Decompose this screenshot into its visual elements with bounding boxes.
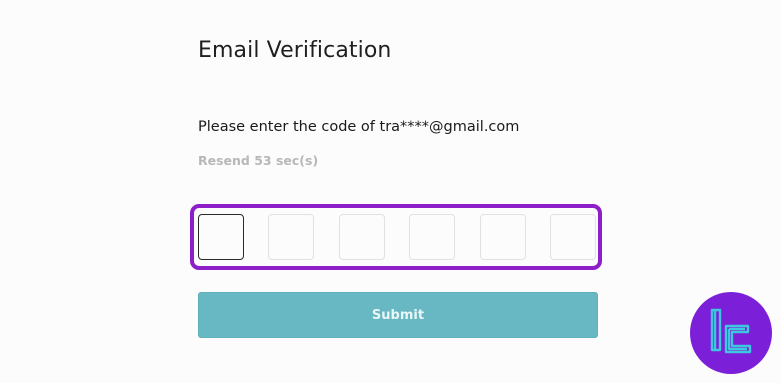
code-prompt-text: Please enter the code of tra****@gmail.c… (198, 119, 520, 135)
submit-button[interactable]: Submit (198, 292, 598, 338)
page-title: Email Verification (198, 38, 392, 63)
tc-logo-icon (690, 292, 772, 374)
code-digit-1[interactable] (198, 214, 244, 260)
code-digit-4[interactable] (409, 214, 455, 260)
code-digit-2[interactable] (268, 214, 314, 260)
resend-countdown-link[interactable]: Resend 53 sec(s) (198, 153, 318, 168)
code-input-highlight (190, 204, 602, 270)
code-digit-6[interactable] (550, 214, 596, 260)
code-digit-5[interactable] (480, 214, 526, 260)
code-digit-3[interactable] (339, 214, 385, 260)
